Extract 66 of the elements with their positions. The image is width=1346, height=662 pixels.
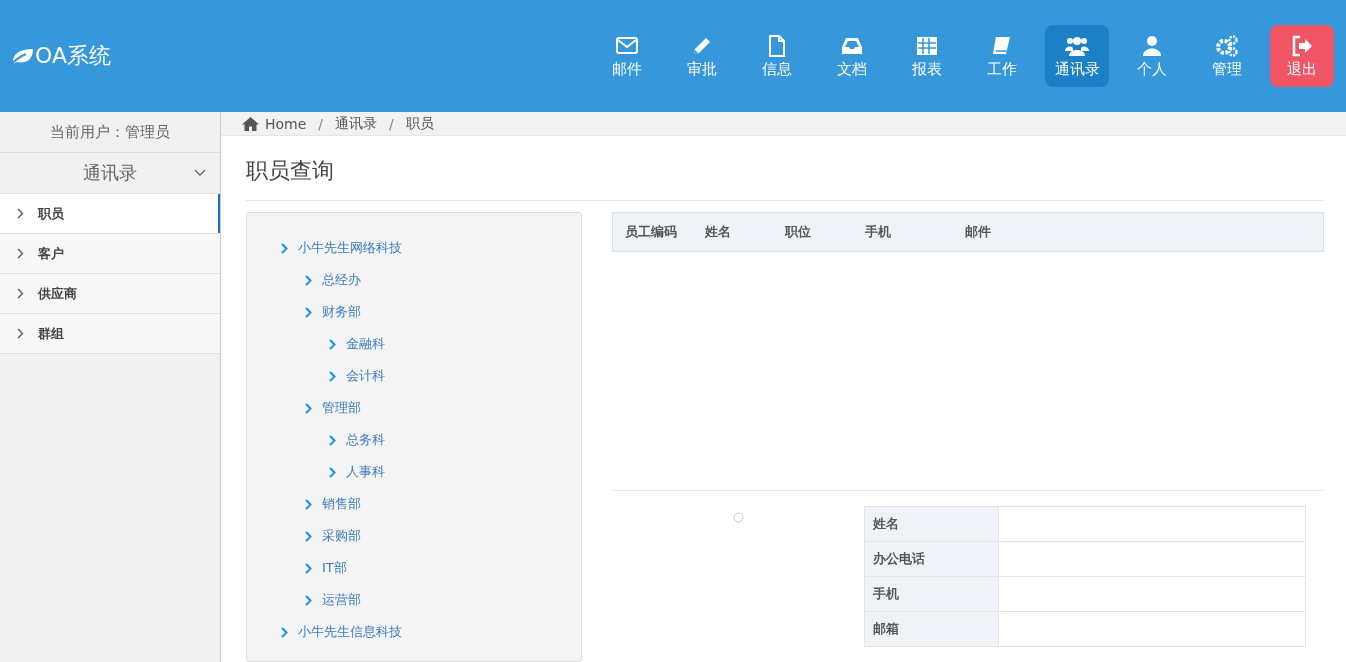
nav-button[interactable]: 邮件 <box>595 25 659 87</box>
chevron-right-icon <box>305 306 312 318</box>
field-label: 邮箱 <box>864 611 999 647</box>
chevron-right-icon <box>305 594 312 606</box>
nav-button[interactable]: 报表 <box>895 25 959 87</box>
breadcrumb-link[interactable]: 通讯录 <box>335 114 378 133</box>
current-user: 当前用户：管理员 <box>0 112 220 153</box>
chevron-right-icon <box>17 328 24 339</box>
tree-node[interactable]: 管理部 <box>247 392 581 424</box>
chevron-right-icon <box>329 370 336 382</box>
nav-button[interactable]: 个人 <box>1120 25 1184 87</box>
chevron-right-icon <box>305 530 312 542</box>
field-label: 手机 <box>864 576 999 612</box>
chevron-right-icon <box>329 338 336 350</box>
chevron-right-icon <box>305 498 312 510</box>
sign-out-icon <box>1290 33 1314 58</box>
tree-node[interactable]: IT部 <box>247 552 581 584</box>
column-header: 姓名 <box>705 223 732 241</box>
tree-node[interactable]: 总务科 <box>247 424 581 456</box>
chevron-right-icon <box>281 626 288 638</box>
sidebar-item[interactable]: 供应商 <box>0 274 220 314</box>
sidebar-item[interactable]: 客户 <box>0 234 220 274</box>
home-icon <box>242 116 259 131</box>
circle-icon <box>732 512 744 523</box>
user-icon <box>1140 33 1164 58</box>
breadcrumb-link[interactable]: Home <box>265 115 307 132</box>
chevron-right-icon <box>17 248 24 259</box>
chevron-right-icon <box>329 434 336 446</box>
nav-button[interactable]: 管理 <box>1195 25 1259 87</box>
tree-node[interactable]: 销售部 <box>247 488 581 520</box>
nav-button[interactable]: 通讯录 <box>1045 25 1109 87</box>
chevron-right-icon <box>17 288 24 299</box>
tree-node[interactable]: 小牛先生网络科技 <box>247 232 581 264</box>
chevron-right-icon <box>329 466 336 478</box>
breadcrumb-separator: / <box>388 115 395 132</box>
sidebar-item[interactable]: 群组 <box>0 314 220 354</box>
field-label: 姓名 <box>864 506 999 542</box>
nav-button[interactable]: 审批 <box>670 25 734 87</box>
chevron-right-icon <box>305 402 312 414</box>
column-header: 职位 <box>785 223 812 241</box>
page-title: 职员查询 <box>246 136 1324 201</box>
chevron-right-icon <box>281 242 288 254</box>
field-label: 办公电话 <box>864 541 999 577</box>
chevron-down-icon <box>194 169 206 177</box>
chevron-right-icon <box>305 562 312 574</box>
logo-text: OA系统 <box>35 42 111 70</box>
column-header: 员工编码 <box>625 223 678 241</box>
tree-node[interactable]: 采购部 <box>247 520 581 552</box>
chevron-right-icon <box>305 274 312 286</box>
nav-button[interactable]: 文档 <box>820 25 884 87</box>
chevron-right-icon <box>17 208 24 219</box>
nav-button[interactable]: 信息 <box>745 25 809 87</box>
tree-node[interactable]: 会计科 <box>247 360 581 392</box>
tree-node[interactable]: 总经办 <box>247 264 581 296</box>
tree-node[interactable]: 运营部 <box>247 584 581 616</box>
nav-button[interactable]: 工作 <box>970 25 1034 87</box>
logout-button[interactable]: 退出 <box>1270 25 1334 87</box>
leaf-icon <box>10 46 34 66</box>
tree-node[interactable]: 人事科 <box>247 456 581 488</box>
column-header: 手机 <box>865 223 892 241</box>
tree-node[interactable]: 财务部 <box>247 296 581 328</box>
sidebar-item[interactable]: 职员 <box>0 194 220 234</box>
column-header: 邮件 <box>965 223 992 241</box>
breadcrumb-separator: / <box>317 115 325 132</box>
tree-node[interactable]: 金融科 <box>247 328 581 360</box>
tree-node[interactable]: 小牛先生信息科技 <box>247 616 581 648</box>
